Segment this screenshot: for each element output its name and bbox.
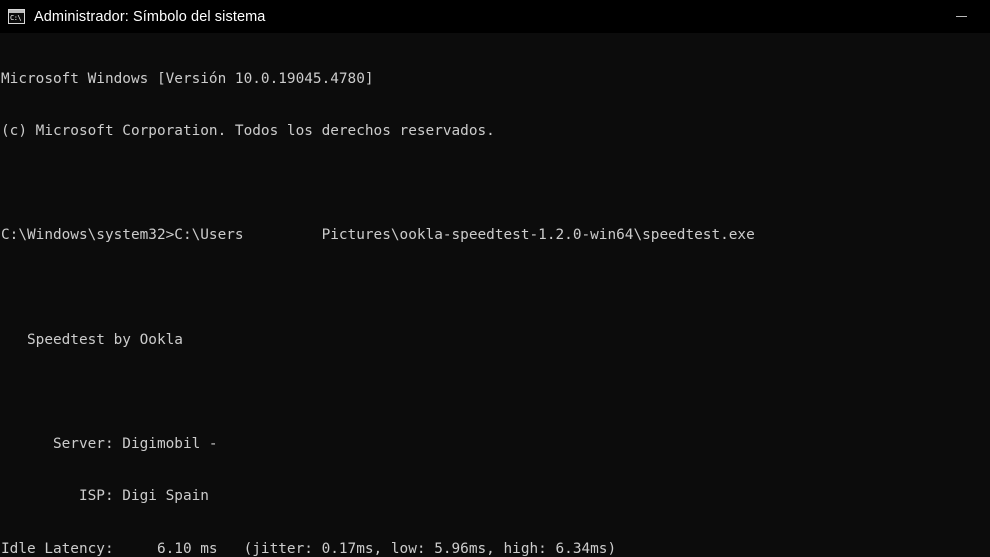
cmd-icon: C:\ (8, 9, 25, 24)
console-line-idle-latency: Idle Latency: 6.10 ms (jitter: 0.17ms, l… (1, 540, 617, 557)
console-line-speedtest-header: Speedtest by Ookla (1, 331, 183, 348)
console-line: Microsoft Windows [Versión 10.0.19045.47… (1, 70, 374, 87)
console-line-command: C:\Windows\system32>C:\Users Pictures\oo… (1, 227, 755, 244)
window-title: Administrador: Símbolo del sistema (34, 8, 266, 25)
maximize-button[interactable] (984, 0, 990, 33)
minimize-button[interactable] (938, 0, 984, 33)
cmd-icon-label: C:\ (10, 14, 22, 22)
console-line-isp: ISP: Digi Spain (1, 488, 209, 505)
window-controls (938, 0, 990, 33)
console-line: (c) Microsoft Corporation. Todos los der… (1, 123, 495, 140)
title-bar[interactable]: C:\ Administrador: Símbolo del sistema (0, 0, 990, 33)
console-output-area[interactable]: Microsoft Windows [Versión 10.0.19045.47… (0, 33, 990, 557)
console-line-server: Server: Digimobil - (1, 436, 227, 453)
minimize-icon (955, 16, 967, 17)
command-prompt-window: C:\ Administrador: Símbolo del sistema M… (0, 0, 990, 557)
